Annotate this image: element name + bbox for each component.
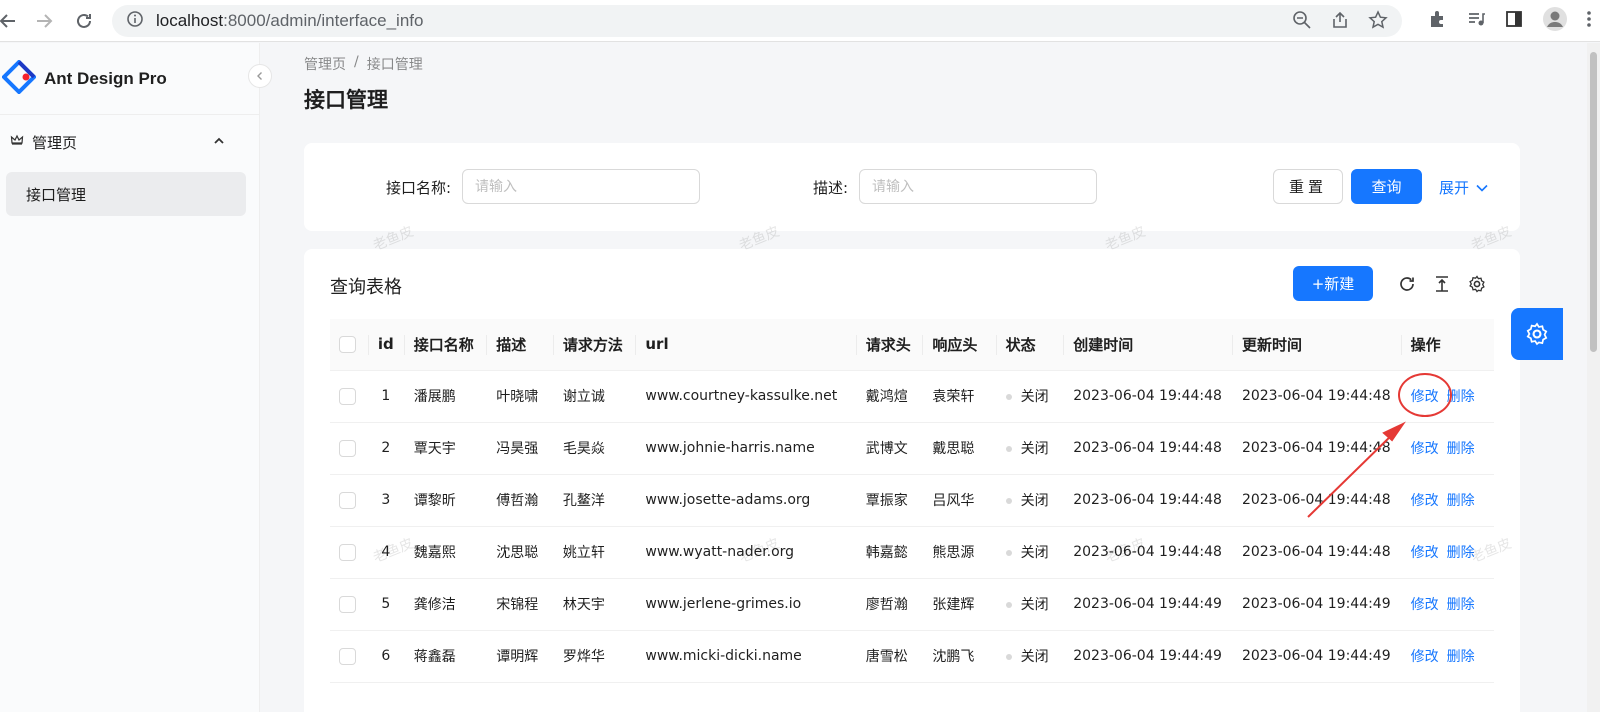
annotation-arrow xyxy=(1307,421,1406,518)
